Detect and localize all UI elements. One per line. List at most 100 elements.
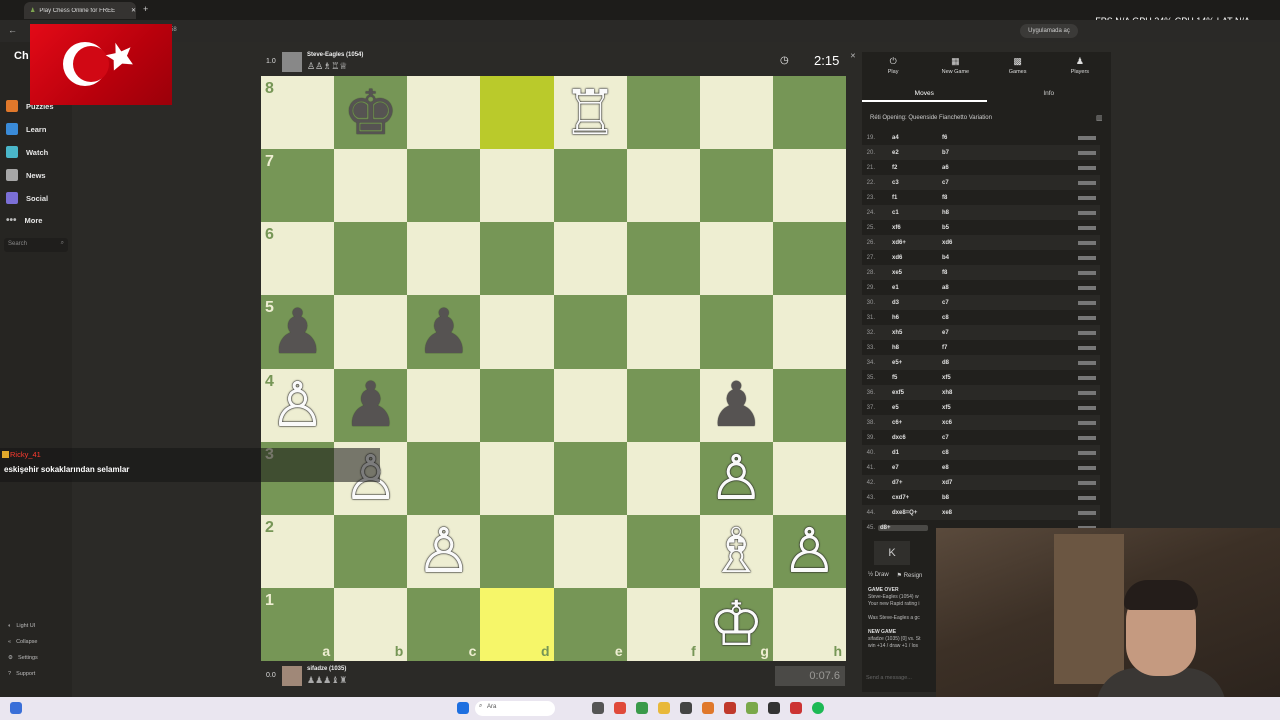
square-b1[interactable]: b [334, 587, 408, 661]
black-move[interactable]: xf5 [928, 375, 1078, 381]
tab-players[interactable]: ♟ Players [1049, 52, 1111, 80]
square-e7[interactable] [553, 149, 627, 223]
square-e8[interactable]: ♖ [553, 76, 627, 150]
black-move[interactable]: f8 [928, 195, 1078, 201]
white-move[interactable]: f1 [878, 195, 928, 201]
square-g7[interactable] [699, 149, 773, 223]
tab-play[interactable]: ⏻ Play [862, 52, 924, 80]
black-move[interactable]: b5 [928, 225, 1078, 231]
white-piece-h2[interactable]: ♙ [782, 520, 838, 582]
square-e1[interactable]: e [553, 587, 627, 661]
black-move[interactable]: c7 [928, 435, 1078, 441]
book-icon[interactable]: ▥ [1096, 114, 1103, 122]
sidebar-item-more[interactable]: ••• More [6, 215, 42, 226]
bottom-player-name[interactable]: sifadze (1035) [307, 666, 346, 672]
white-move[interactable]: exf5 [878, 390, 928, 396]
white-move[interactable]: e5 [878, 405, 928, 411]
white-move[interactable]: h6 [878, 315, 928, 321]
square-h5[interactable] [772, 295, 846, 369]
white-move[interactable]: d7+ [878, 480, 928, 486]
white-piece-c2[interactable]: ♙ [416, 520, 472, 582]
square-d7[interactable] [480, 149, 554, 223]
taskbar-search-input[interactable]: ⌕ Ara [475, 701, 555, 716]
square-a8[interactable]: 8 [261, 76, 335, 150]
send-message-input[interactable]: Send a message... [866, 675, 912, 681]
black-move[interactable]: xf5 [928, 405, 1078, 411]
square-h2[interactable]: ♙ [772, 514, 846, 588]
square-e2[interactable] [553, 514, 627, 588]
black-move[interactable]: xh8 [928, 390, 1078, 396]
close-icon[interactable]: ✕ [850, 52, 856, 60]
white-move[interactable]: dxe8=Q+ [878, 510, 928, 516]
square-g8[interactable] [699, 76, 773, 150]
white-move[interactable]: c6+ [878, 420, 928, 426]
square-h3[interactable] [772, 441, 846, 515]
square-a6[interactable]: 6 [261, 222, 335, 296]
collapse-link[interactable]: «Collapse [8, 639, 37, 645]
chrome-icon[interactable] [614, 702, 626, 714]
black-move[interactable]: c7 [928, 180, 1078, 186]
white-piece-a4[interactable]: ♙ [270, 374, 326, 436]
tab-new-game[interactable]: ▦ New Game [924, 52, 986, 80]
chrome-icon[interactable] [636, 702, 648, 714]
white-move[interactable]: e5+ [878, 360, 928, 366]
black-move[interactable]: a6 [928, 165, 1078, 171]
tab-info[interactable]: Info [987, 88, 1112, 102]
white-move[interactable]: xh5 [878, 330, 928, 336]
square-b7[interactable] [334, 149, 408, 223]
square-f7[interactable] [626, 149, 700, 223]
black-piece-g4[interactable]: ♟ [709, 374, 765, 436]
square-g1[interactable]: g ♔ [699, 587, 773, 661]
black-move[interactable]: xe8 [928, 510, 1078, 516]
square-d8[interactable] [480, 76, 554, 150]
white-move[interactable]: e1 [878, 285, 928, 291]
square-c4[interactable] [407, 368, 481, 442]
black-piece-b4[interactable]: ♟ [343, 374, 399, 436]
black-move[interactable]: c7 [928, 300, 1078, 306]
black-move[interactable]: h8 [928, 210, 1078, 216]
white-move[interactable]: d3 [878, 300, 928, 306]
white-move[interactable]: xd6+ [878, 240, 928, 246]
square-b2[interactable] [334, 514, 408, 588]
square-c3[interactable] [407, 441, 481, 515]
black-move[interactable]: c8 [928, 450, 1078, 456]
chess-board[interactable]: 8♚♖765♟♟4♙♟♟3♙♙2♙♗♙1abcdefg♔h [261, 76, 846, 661]
open-in-app-button[interactable]: Uygulamada aç [1020, 24, 1078, 38]
app-icon[interactable] [768, 702, 780, 714]
white-move[interactable]: xe5 [878, 270, 928, 276]
close-tab-icon[interactable]: ✕ [131, 7, 136, 14]
resign-button[interactable]: ⚑ Resign [897, 572, 923, 579]
black-piece-c5[interactable]: ♟ [416, 300, 472, 363]
sidebar-item-news[interactable]: News [6, 169, 46, 181]
square-f1[interactable]: f [626, 587, 700, 661]
white-piece-g1[interactable]: ♔ [709, 593, 765, 655]
white-move[interactable]: e7 [878, 465, 928, 471]
white-move[interactable]: xf6 [878, 225, 928, 231]
white-move[interactable]: e2 [878, 150, 928, 156]
square-g3[interactable]: ♙ [699, 441, 773, 515]
back-icon[interactable]: ← [8, 25, 17, 35]
white-piece-e8[interactable]: ♖ [562, 81, 618, 144]
square-e3[interactable] [553, 441, 627, 515]
tab-games[interactable]: ▩ Games [987, 52, 1049, 80]
square-e4[interactable] [553, 368, 627, 442]
browser-tab[interactable]: ♟ Play Chess Online for FREE ✕ [24, 2, 136, 19]
square-c8[interactable] [407, 76, 481, 150]
black-move[interactable]: e8 [928, 465, 1078, 471]
square-b8[interactable]: ♚ [334, 76, 408, 150]
square-a5[interactable]: 5 ♟ [261, 295, 335, 369]
desktop-icon[interactable] [10, 702, 22, 714]
app-icon[interactable] [680, 702, 692, 714]
white-move[interactable]: d1 [878, 450, 928, 456]
sidebar-item-watch[interactable]: Watch [6, 146, 48, 158]
white-move[interactable]: c3 [878, 180, 928, 186]
square-a2[interactable]: 2 [261, 514, 335, 588]
black-move[interactable]: f6 [928, 135, 1078, 141]
settings-link[interactable]: ⚙ Settings [8, 655, 38, 661]
square-g5[interactable] [699, 295, 773, 369]
black-move[interactable]: e7 [928, 330, 1078, 336]
folder-icon[interactable] [658, 702, 670, 714]
white-move[interactable]: f2 [878, 165, 928, 171]
app-icon[interactable] [746, 702, 758, 714]
app-icon[interactable] [724, 702, 736, 714]
